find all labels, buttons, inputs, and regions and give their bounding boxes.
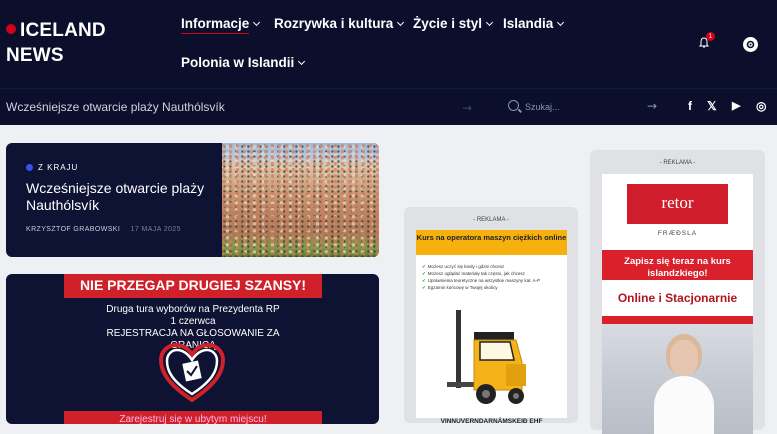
- person-face: [670, 340, 698, 376]
- search-icon: [508, 100, 519, 111]
- chevron-down-icon: [486, 18, 494, 27]
- ad-cta-text: Zapisz się teraz na kurs islandzkiego!: [624, 256, 731, 279]
- article-title[interactable]: Wcześniejsze otwarcie plaży Nauthólsvík: [26, 180, 216, 214]
- election-banner-card[interactable]: NIE PRZEGAP DRUGIEJ SZANSY! Druga tura w…: [6, 274, 379, 424]
- ad-teacher-photo: [602, 324, 753, 434]
- check-icon: ✔: [422, 264, 426, 269]
- banner-line-1: Druga tura wyborów na Prezydenta RP: [106, 304, 280, 315]
- main-content: Z KRAJU Wcześniejsze otwarcie plaży Naut…: [0, 125, 777, 434]
- article-date: 17 MAJA 2025: [130, 226, 181, 233]
- chevron-down-icon: [397, 18, 405, 27]
- check-icon: ✔: [422, 271, 426, 276]
- nav-item-polonia[interactable]: Polonia w Islandii: [181, 55, 306, 70]
- nav-label: Informacje: [181, 16, 250, 34]
- ad-bullet: ✔ Możesz oglądać materiały tak często, ja…: [422, 270, 562, 277]
- notification-badge: 1: [706, 32, 715, 41]
- nav-item-zycie[interactable]: Życie i styl: [413, 16, 494, 31]
- category-dot-icon: [26, 164, 33, 171]
- ad-bullet-text: Możesz oglądać materiały tak często, jak…: [427, 271, 525, 276]
- ad-retor-banner[interactable]: retor FRÆÐSLA Zapisz się teraz na kurs i…: [602, 174, 753, 434]
- nav-item-islandia[interactable]: Islandia: [503, 16, 565, 31]
- beach-crowd-image: [222, 143, 379, 257]
- ad-slot-forklift: - REKLAMA - Kurs na operatora maszyn cię…: [404, 207, 578, 425]
- youtube-icon[interactable]: ▶: [732, 99, 740, 112]
- ad-bullet-text: Egzamin końcowy w Twojej okolicy: [427, 285, 498, 290]
- ad-footer: VINNUVERNDARNÁMSKEIÐ EHF: [440, 418, 543, 425]
- search-input[interactable]: [525, 98, 640, 116]
- person-body: [654, 376, 714, 434]
- breaking-ticker[interactable]: Wcześniejsze otwarcie plaży Nauthólsvík: [6, 100, 225, 114]
- article-meta: KRZYSZTOF GRABOWSKI 17 MAJA 2025: [26, 226, 181, 233]
- site-header: ICELAND NEWS Informacje Rozrywka i kultu…: [0, 0, 777, 88]
- ad-bullet: ✔ Egzamin końcowy w Twojej okolicy: [422, 284, 562, 291]
- ad-headline: Kurs na operatora maszyn ciężkich online: [416, 230, 567, 255]
- logo-dot-icon: [6, 24, 16, 34]
- search-form: →: [505, 96, 660, 118]
- settings-button[interactable]: [743, 37, 758, 52]
- chevron-down-icon: [557, 18, 565, 27]
- nav-item-informacje[interactable]: Informacje: [181, 16, 261, 34]
- article-thumbnail[interactable]: [222, 143, 379, 257]
- banner-cta: Zarejestruj się w ubytym miejscu!: [64, 411, 322, 424]
- check-icon: ✔: [422, 278, 426, 283]
- site-logo[interactable]: ICELAND NEWS: [6, 18, 106, 68]
- ad-label: - REKLAMA -: [473, 217, 509, 223]
- category-label[interactable]: Z KRAJU: [26, 163, 78, 172]
- gear-icon: [746, 40, 755, 49]
- retor-logo: retor: [627, 184, 728, 224]
- ad-slot-retor: - REKLAMA - retor FRÆÐSLA Zapisz się ter…: [590, 150, 765, 434]
- ad-label: - REKLAMA -: [659, 160, 696, 166]
- ad-bullet-text: Możesz uczyć się kiedy i gdzie chcesz: [427, 264, 505, 269]
- heart-ballot-icon: [158, 342, 226, 403]
- retor-subtitle: FRÆÐSLA: [657, 230, 698, 237]
- nav-label: Rozrywka i kultura: [274, 16, 394, 31]
- article-author[interactable]: KRZYSZTOF GRABOWSKI: [26, 226, 120, 233]
- featured-article-card[interactable]: Z KRAJU Wcześniejsze otwarcie plaży Naut…: [6, 143, 379, 257]
- facebook-icon[interactable]: f: [688, 99, 692, 113]
- ad-bullet-text: Uprawnienia teoretyczne na wszystkie mas…: [427, 278, 541, 283]
- nav-item-rozrywka[interactable]: Rozrywka i kultura: [274, 16, 405, 31]
- search-submit-arrow-icon[interactable]: →: [647, 99, 657, 113]
- banner-headline: NIE PRZEGAP DRUGIEJ SZANSY!: [64, 274, 322, 298]
- logo-text-line1: ICELAND: [20, 20, 106, 41]
- nav-label: Polonia w Islandii: [181, 55, 295, 70]
- check-icon: ✔: [422, 285, 426, 290]
- ad-bullet: ✔ Uprawnienia teoretyczne na wszystkie ma…: [422, 277, 562, 284]
- chevron-down-icon: [298, 57, 306, 66]
- category-text: Z KRAJU: [38, 163, 79, 172]
- instagram-icon[interactable]: ◎: [756, 99, 766, 113]
- forklift-image: [447, 310, 526, 404]
- x-twitter-icon[interactable]: 𝕏: [707, 99, 717, 113]
- banner-line-3: REJESTRACJA NA GŁOSOWANIE ZA: [106, 328, 280, 339]
- ad-bullets: ✔ Możesz uczyć się kiedy i gdzie chcesz ✔…: [422, 263, 562, 291]
- chevron-down-icon: [253, 18, 261, 27]
- nav-label: Życie i styl: [413, 16, 483, 31]
- sub-bar: Wcześniejsze otwarcie plaży Nauthólsvík …: [0, 88, 777, 125]
- banner-line-2: 1 czerwca: [170, 316, 216, 327]
- ad-bullet: ✔ Możesz uczyć się kiedy i gdzie chcesz: [422, 263, 562, 270]
- ad-mode-text: Online i Stacjonarnie: [602, 280, 753, 316]
- logo-text-line2: NEWS: [6, 45, 64, 66]
- nav-label: Islandia: [503, 16, 554, 31]
- ad-forklift-banner[interactable]: Kurs na operatora maszyn ciężkich online…: [416, 230, 567, 425]
- ticker-prev-arrow-icon[interactable]: →: [462, 101, 472, 115]
